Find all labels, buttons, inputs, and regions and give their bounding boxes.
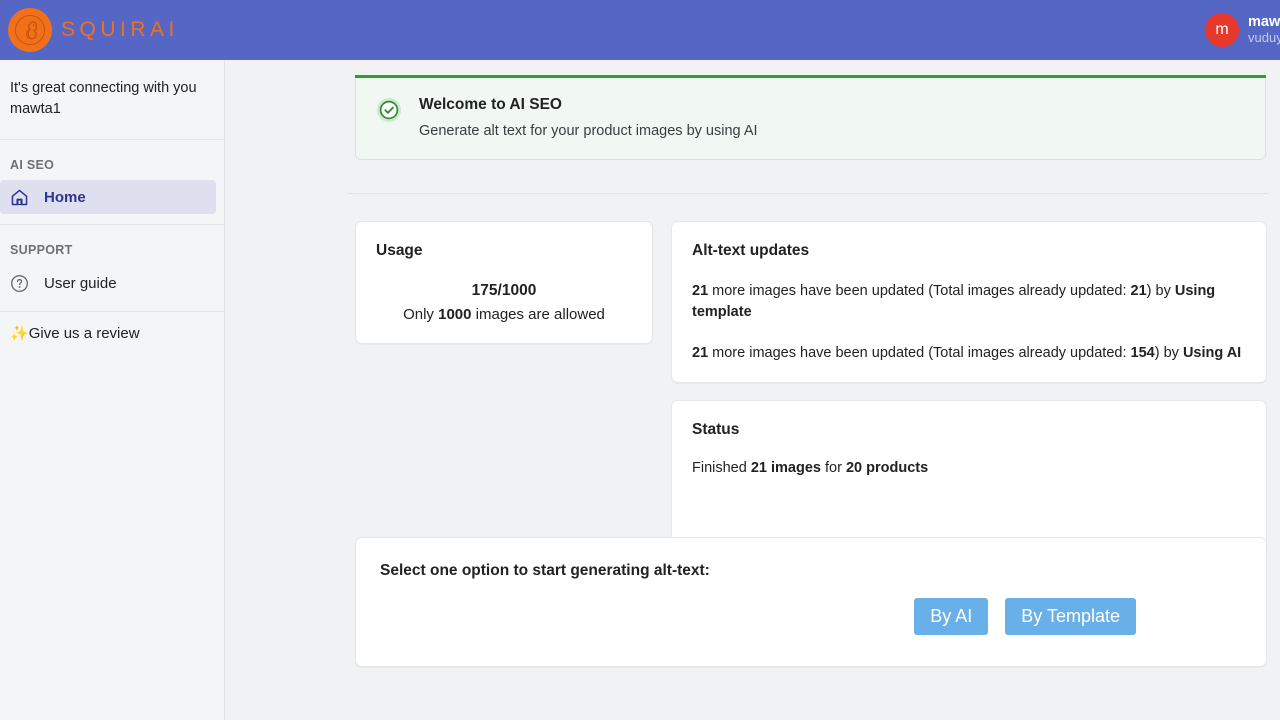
welcome-banner-subtitle: Generate alt text for your product image…	[419, 123, 758, 139]
sidebar-greeting: It's great connecting with you mawta1	[0, 60, 224, 140]
generate-buttons-row: By AI By Template	[380, 598, 1242, 635]
sidebar-item-give-review[interactable]: ✨ Give us a review	[0, 312, 224, 342]
brand-logo[interactable]: SQUIRAI	[0, 8, 179, 52]
main-content: Welcome to AI SEO Generate alt text for …	[226, 60, 1280, 720]
usage-note-suffix: images are allowed	[471, 306, 604, 323]
usage-note-limit: 1000	[438, 306, 471, 323]
top-navigation-bar: SQUIRAI m mawt vuduy	[0, 0, 1280, 60]
status-prefix: Finished	[692, 460, 751, 476]
sidebar-section-title-support: SUPPORT	[0, 225, 224, 265]
alt-text-updates-card: Alt-text updates 21 more images have bee…	[671, 221, 1267, 383]
alt-update-by-prefix: ) by	[1155, 345, 1183, 361]
status-summary: Finished 21 images for 20 products	[692, 460, 1246, 476]
user-name: mawt	[1248, 14, 1280, 31]
alt-update-count: 21	[692, 345, 708, 361]
alt-update-method: Using AI	[1183, 345, 1241, 361]
alt-update-mid: more images have been updated (Total ima…	[708, 345, 1130, 361]
sparkles-icon: ✨	[10, 324, 29, 342]
by-template-button[interactable]: By Template	[1005, 598, 1136, 635]
alt-text-update-row: 21 more images have been updated (Total …	[692, 281, 1246, 322]
alt-update-by-prefix: ) by	[1147, 283, 1175, 299]
status-middle: for	[821, 460, 846, 476]
welcome-banner-title: Welcome to AI SEO	[419, 96, 758, 114]
sidebar-item-label-home: Home	[44, 189, 86, 206]
user-account-menu[interactable]: m mawt vuduy	[1205, 13, 1280, 47]
sidebar-section-support: SUPPORT User guide	[0, 225, 224, 312]
home-icon	[10, 188, 32, 207]
sidebar-section-title-ai-seo: AI SEO	[0, 140, 224, 180]
brand-name: SQUIRAI	[61, 18, 179, 42]
sidebar-item-label-user-guide: User guide	[44, 275, 117, 292]
status-card-title: Status	[692, 421, 1246, 439]
usage-note: Only 1000 images are allowed	[376, 306, 632, 323]
status-card: Status Finished 21 images for 20 product…	[671, 400, 1267, 560]
usage-card-title: Usage	[376, 242, 632, 260]
alt-text-update-row: 21 more images have been updated (Total …	[692, 343, 1246, 364]
usage-note-prefix: Only	[403, 306, 438, 323]
status-images: 21 images	[751, 460, 821, 476]
sidebar-item-home[interactable]: Home	[0, 180, 216, 214]
sidebar-section-ai-seo: AI SEO Home	[0, 140, 224, 225]
sidebar: It's great connecting with you mawta1 AI…	[0, 60, 225, 720]
alt-update-total: 21	[1131, 283, 1147, 299]
squirrel-logo-icon	[8, 8, 52, 52]
usage-card: Usage 175/1000 Only 1000 images are allo…	[355, 221, 653, 344]
alt-update-count: 21	[692, 283, 708, 299]
success-check-circle-icon	[376, 96, 404, 139]
alt-update-mid: more images have been updated (Total ima…	[708, 283, 1130, 299]
avatar: m	[1205, 13, 1239, 47]
select-option-card: Select one option to start generating al…	[355, 537, 1267, 667]
user-store-name: vuduy	[1248, 31, 1280, 46]
usage-ratio: 175/1000	[376, 282, 632, 300]
question-circle-icon	[10, 274, 32, 293]
alt-update-total: 154	[1131, 345, 1155, 361]
welcome-banner: Welcome to AI SEO Generate alt text for …	[355, 78, 1266, 160]
section-divider	[348, 193, 1268, 194]
status-products: 20 products	[846, 460, 928, 476]
sidebar-item-user-guide[interactable]: User guide	[0, 265, 216, 301]
by-ai-button[interactable]: By AI	[914, 598, 988, 635]
select-option-label: Select one option to start generating al…	[380, 562, 1242, 580]
alt-text-updates-title: Alt-text updates	[692, 242, 1246, 260]
sidebar-item-label-give-review: Give us a review	[29, 325, 140, 342]
